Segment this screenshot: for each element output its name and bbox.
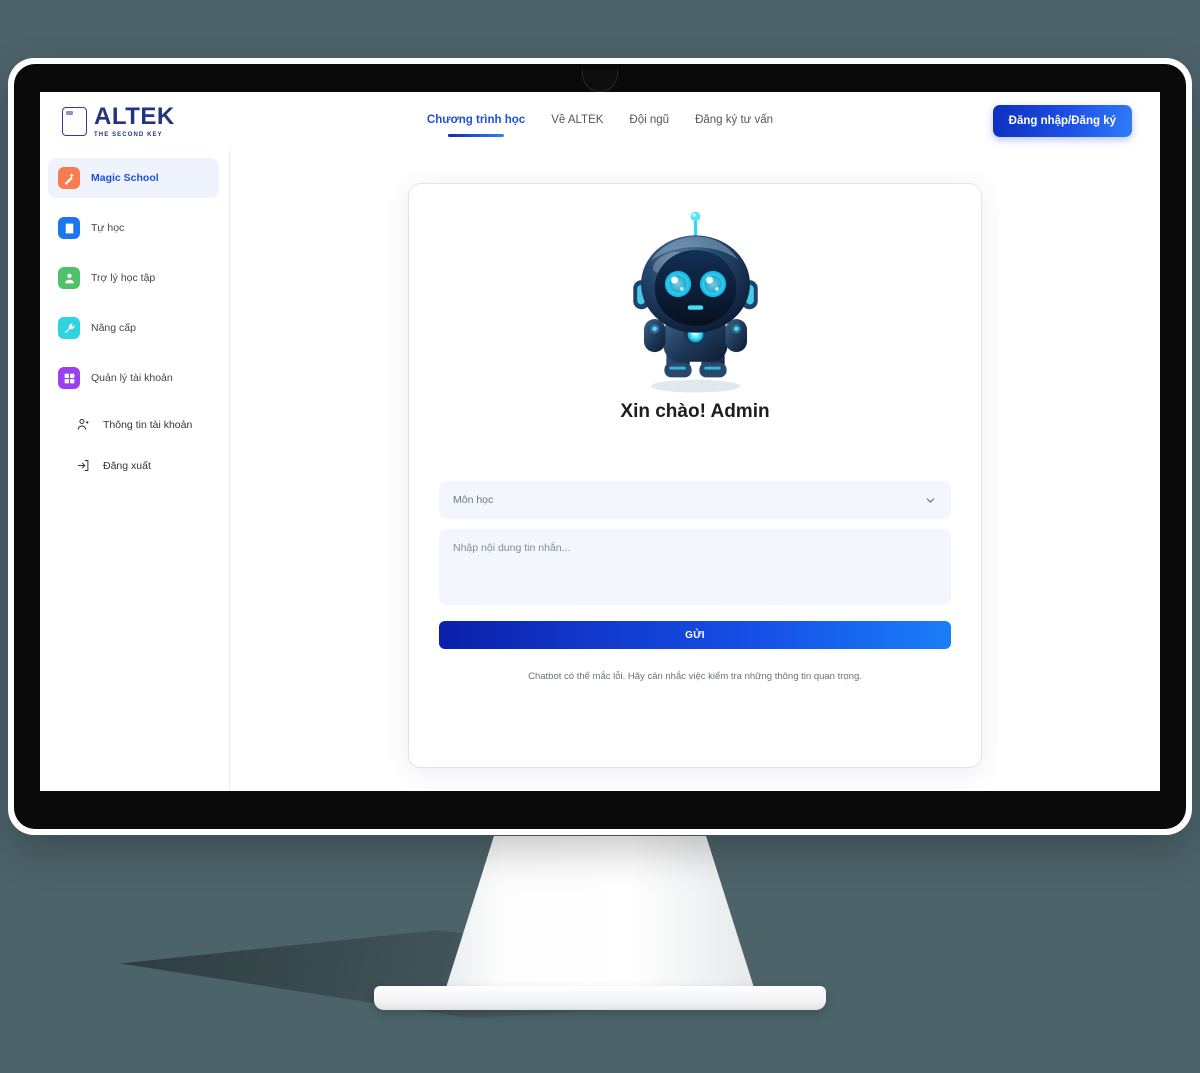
nav-item-chuong-trinh-hoc[interactable]: Chương trình học [427,114,525,129]
chat-card: Xin chào! Admin Môn học GỬI Chatbot có t [409,184,981,767]
sidebar-item-nang-cap[interactable]: Nâng cấp [48,308,219,348]
book-icon [58,217,80,239]
monitor-frame: ALTEK THE SECOND KEY Chương trình học Về… [8,58,1192,835]
logo-wordmark: ALTEK [94,102,175,130]
subject-select-value: Môn học [453,494,494,506]
sidebar-item-magic-school[interactable]: Magic School [48,158,219,198]
webcam-notch [582,70,618,92]
chat-form: Môn học GỬI Chatbot có thể mắc lỗi. Hãy … [439,481,951,682]
logo-tagline: THE SECOND KEY [94,131,163,138]
content-area: Xin chào! Admin Môn học GỬI Chatbot có t [230,150,1160,791]
nav-item-ve-altek[interactable]: Về ALTEK [551,114,603,129]
user-plus-icon [76,417,91,432]
sidebar-item-label: Trợ lý học tập [91,272,156,284]
magic-wand-icon [58,167,80,189]
chevron-down-icon [926,497,935,503]
sidebar-subitem-label: Đăng xuất [103,459,151,472]
sidebar-item-tu-hoc[interactable]: Tự học [48,208,219,248]
altek-square-icon [62,106,87,136]
logo-text: ALTEK THE SECOND KEY [94,102,175,138]
robot-mascot-icon [632,211,758,393]
logout-icon [76,458,91,473]
user-icon [58,267,80,289]
sidebar-item-label: Nâng cấp [91,322,136,334]
sidebar-subitem-thong-tin-tai-khoan[interactable]: Thông tin tài khoản [48,408,219,441]
main-nav: Chương trình học Về ALTEK Đội ngũ Đăng k… [427,114,773,129]
wrench-icon [58,317,80,339]
sidebar-subitem-label: Thông tin tài khoản [103,418,193,431]
monitor-stand-base [374,986,826,1010]
subject-select[interactable]: Môn học [439,481,951,519]
sidebar-item-label: Magic School [91,172,159,184]
nav-item-dang-ky-tu-van[interactable]: Đăng ký tư vấn [695,114,773,129]
app-body: Magic School Tự học Trợ lý học tập Nâng … [40,150,1160,791]
sidebar-item-label: Quản lý tài khoản [91,372,173,384]
sidebar-item-tro-ly-hoc-tap[interactable]: Trợ lý học tập [48,258,219,298]
chatbot-disclaimer: Chatbot có thể mắc lỗi. Hãy cân nhắc việ… [528,671,862,682]
mascot-container [439,210,951,395]
app-header: ALTEK THE SECOND KEY Chương trình học Về… [40,92,1160,150]
sidebar-subitem-dang-xuat[interactable]: Đăng xuất [48,449,219,482]
sidebar: Magic School Tự học Trợ lý học tập Nâng … [40,150,230,791]
sidebar-item-quan-ly-tai-khoan[interactable]: Quản lý tài khoản [48,358,219,398]
screen: ALTEK THE SECOND KEY Chương trình học Về… [40,92,1160,791]
grid-icon [58,367,80,389]
sidebar-item-label: Tự học [91,222,125,234]
logo[interactable]: ALTEK THE SECOND KEY [62,102,175,138]
monitor-bezel: ALTEK THE SECOND KEY Chương trình học Về… [14,64,1186,829]
monitor-stand-neck [444,836,756,994]
message-input[interactable] [439,529,951,605]
login-register-button[interactable]: Đăng nhập/Đăng ký [992,105,1132,137]
nav-item-doi-ngu[interactable]: Đội ngũ [629,114,669,129]
send-button[interactable]: GỬI [439,621,951,649]
greeting-title: Xin chào! Admin [620,401,770,422]
